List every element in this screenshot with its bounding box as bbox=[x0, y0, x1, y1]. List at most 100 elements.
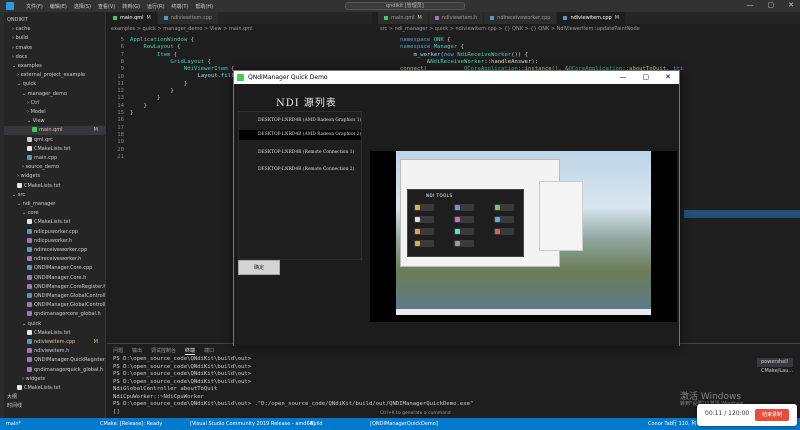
tree-label: main.qml bbox=[39, 127, 63, 134]
file-item[interactable]: CMakeLists.txt bbox=[4, 384, 105, 393]
folder-item[interactable]: ⌄ View bbox=[4, 117, 105, 126]
file-item[interactable]: QNDIManager.QuickRegister.h bbox=[4, 356, 105, 365]
file-item[interactable]: CMakeLists.txt bbox=[4, 218, 105, 227]
menu-edit[interactable]: 编辑(E) bbox=[50, 3, 67, 10]
file-item[interactable]: ndireceiveworker.h bbox=[4, 255, 105, 264]
qt-minimize-icon[interactable]: — bbox=[620, 71, 627, 84]
folder-item[interactable]: › cmake bbox=[4, 44, 105, 53]
folder-item[interactable]: › cache bbox=[4, 25, 105, 34]
tab-ndiviewitem-h[interactable]: ndiviewitem.h bbox=[428, 12, 485, 24]
menu-help[interactable]: 帮助(H) bbox=[195, 3, 213, 10]
file-item[interactable]: qndimanagercore_global.h bbox=[4, 310, 105, 319]
folder-item[interactable]: › docs bbox=[4, 53, 105, 62]
status-tab[interactable]: Conor Tab bbox=[648, 418, 673, 430]
status-build[interactable]: Build bbox=[310, 418, 323, 430]
folder-item[interactable]: ⌄ quick bbox=[4, 320, 105, 329]
tab-output[interactable]: 输出 bbox=[132, 347, 142, 355]
command-center-search[interactable]: qndikit [管理员] bbox=[345, 2, 465, 10]
source-item[interactable]: DESKTOP-LNRD4R (AMD Radeon Graphics 1) bbox=[239, 116, 361, 126]
tree-label: QNDIManager.GlobalControlle... bbox=[34, 293, 106, 299]
menu-view[interactable]: 查看(V) bbox=[98, 3, 115, 10]
file-item[interactable]: QNDIManager.GlobalControlle... bbox=[4, 301, 105, 310]
line-number: 9 bbox=[120, 66, 124, 73]
section-header[interactable]: 大纲 bbox=[4, 393, 105, 402]
terminal-item-powershell[interactable]: powershell bbox=[757, 358, 794, 367]
tab-ndiviewitem-cpp[interactable]: ndiviewitem.cpp bbox=[157, 12, 220, 24]
folder-item[interactable]: ⌄ src bbox=[4, 191, 105, 200]
preview-tile bbox=[454, 228, 474, 235]
close-icon[interactable]: ✕ bbox=[788, 1, 794, 9]
folder-item[interactable]: ⌄ core bbox=[4, 209, 105, 218]
code-line: ApplicationWindow { bbox=[130, 37, 195, 43]
folder-item[interactable]: › widgets bbox=[4, 375, 105, 384]
status-cmake[interactable]: CMake: [Release]: Ready bbox=[100, 418, 162, 430]
folder-item[interactable]: › source_demo bbox=[4, 163, 105, 172]
tab-ndireceiveworker-cpp[interactable]: ndireceiveworker.cpp bbox=[484, 12, 558, 24]
right-code-editor[interactable]: namespace QNK {namespace Manager { m_wor… bbox=[400, 37, 690, 73]
folder-item[interactable]: ⌄ examples bbox=[4, 62, 105, 71]
file-item[interactable]: CMakeLists.txt bbox=[4, 145, 105, 154]
status-branch[interactable]: main* bbox=[6, 418, 21, 430]
file-item[interactable]: ndireceiveworker.cpp bbox=[4, 246, 105, 255]
menu-run[interactable]: 运行(R) bbox=[147, 3, 164, 10]
file-item[interactable]: main.cpp bbox=[4, 154, 105, 163]
tree-label: examples bbox=[17, 63, 42, 69]
folder-item[interactable]: › external_project_example bbox=[4, 71, 105, 80]
tree-label: qml.qrc bbox=[34, 136, 53, 143]
tab-debug-console[interactable]: 调试控制台 bbox=[151, 347, 176, 355]
tree-label: View bbox=[32, 118, 45, 125]
file-item[interactable]: main.qml M bbox=[4, 126, 105, 136]
qt-close-icon[interactable]: ✕ bbox=[665, 71, 671, 84]
breadcrumb-right[interactable]: src > ndi_manager > quick > ndiviewitem.… bbox=[380, 25, 640, 34]
menu-go[interactable]: 转到(G) bbox=[122, 3, 140, 10]
left-code-editor[interactable]: ApplicationWindow { RowLayout { Item { G… bbox=[130, 37, 245, 161]
folder-item[interactable]: ⌄ ndi_manager bbox=[4, 200, 105, 209]
file-item[interactable]: ndicpuworker.h bbox=[4, 237, 105, 246]
folder-item[interactable]: ⌄ quick bbox=[4, 80, 105, 89]
menu-selection[interactable]: 选择(S) bbox=[74, 3, 91, 10]
breadcrumb[interactable]: examples > quick > manager_demo > View >… bbox=[111, 25, 253, 34]
tab-problems[interactable]: 问题 bbox=[113, 347, 123, 355]
folder-item[interactable]: › Ctrl bbox=[4, 99, 105, 108]
menu-terminal[interactable]: 终端(T) bbox=[171, 3, 188, 10]
file-item[interactable]: qndimanagerquick_global.h bbox=[4, 366, 105, 375]
status-target[interactable]: [QNDIManagerQuickDemo] bbox=[370, 418, 438, 430]
section-header[interactable]: 时间线 bbox=[4, 402, 105, 411]
terminal-output[interactable]: PS D:\open_source_code\QNdiKit\build\out… bbox=[113, 356, 473, 416]
code-line: } bbox=[130, 95, 161, 102]
minimap[interactable] bbox=[684, 35, 800, 335]
line-number: 7 bbox=[120, 51, 124, 58]
file-item[interactable]: QNDIManager.Core.cpp bbox=[4, 264, 105, 273]
folder-item[interactable]: › build bbox=[4, 34, 105, 43]
file-item[interactable]: CMakeLists.txt bbox=[4, 182, 105, 191]
file-item[interactable]: QNDIManager.CoreRegister.h bbox=[4, 283, 105, 292]
file-item[interactable]: ndiviewitem.cpp M bbox=[4, 338, 105, 347]
source-item-selected[interactable]: DESKTOP-LNRD4R (AMD Radeon Graphics 2) bbox=[239, 130, 361, 140]
file-item[interactable]: CMakeLists.txt bbox=[4, 329, 105, 338]
terminal-item-cmake[interactable]: CMake/Lau... bbox=[757, 367, 793, 376]
source-item[interactable]: DESKTOP-LNRD4R (Remote Connection 1) bbox=[239, 148, 361, 158]
tab-main-qml-right[interactable]: main.qml M bbox=[378, 12, 429, 24]
tab-terminal[interactable]: 终端 bbox=[185, 347, 196, 355]
source-item[interactable]: DESKTOP-LNRD4R (Remote Connection 2) bbox=[239, 165, 361, 175]
status-kit[interactable]: [Visual Studio Community 2019 Release - … bbox=[190, 418, 315, 430]
file-item[interactable]: ndicpuworker.cpp bbox=[4, 228, 105, 237]
file-item[interactable]: ndiviewitem.h bbox=[4, 347, 105, 356]
maximize-icon[interactable]: ▢ bbox=[768, 1, 775, 9]
minimize-icon[interactable]: — bbox=[747, 1, 754, 9]
confirm-button[interactable]: 确定 bbox=[238, 260, 280, 275]
file-item[interactable]: QNDIManager.GlobalControlle... bbox=[4, 292, 106, 301]
file-item[interactable]: QNDIManager.Core.h bbox=[4, 274, 105, 283]
tab-ndiviewitem-cpp-right[interactable]: ndiviewitem.cpp M bbox=[557, 12, 627, 24]
folder-item[interactable]: ⌄ manager_demo bbox=[4, 90, 105, 99]
section-header[interactable]: QNDIKIT bbox=[4, 16, 105, 25]
folder-item[interactable]: › Model bbox=[4, 108, 105, 117]
folder-item[interactable]: › widgets bbox=[4, 172, 105, 181]
stop-recording-button[interactable]: 结束录制 bbox=[755, 409, 789, 421]
tab-main-qml[interactable]: main.qml M bbox=[107, 12, 158, 24]
file-item[interactable]: qml.qrc bbox=[4, 136, 105, 145]
menu-file[interactable]: 文件(F) bbox=[26, 3, 43, 10]
tab-ports[interactable]: 端口 bbox=[204, 347, 214, 355]
qt-maximize-icon[interactable]: ▢ bbox=[643, 71, 650, 84]
tree-label: main.cpp bbox=[34, 155, 58, 161]
